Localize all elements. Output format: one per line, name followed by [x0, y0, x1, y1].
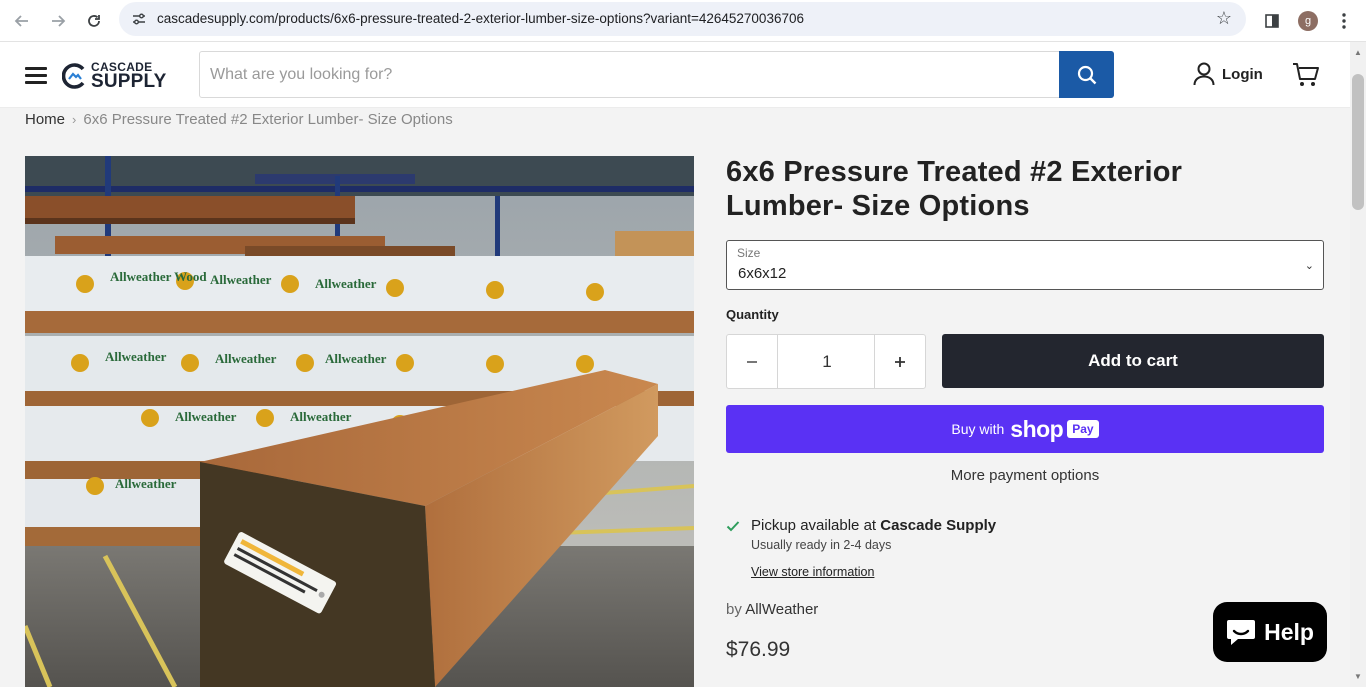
breadcrumb-separator: › [72, 112, 77, 127]
quantity-label: Quantity [726, 307, 779, 322]
size-label: Size [737, 246, 761, 260]
search-icon [1077, 65, 1096, 84]
pickup-prefix: Pickup available at [751, 517, 877, 534]
help-label: Help [1264, 618, 1314, 645]
login-link[interactable]: Login [1193, 62, 1263, 86]
forward-icon[interactable] [44, 7, 72, 35]
scrollbar-thumb[interactable] [1352, 74, 1364, 210]
chevron-down-icon: ⌄ [1304, 260, 1314, 272]
url-text[interactable]: cascadesupply.com/products/6x6-pressure-… [157, 11, 804, 26]
shop-logo: shop [1010, 415, 1064, 442]
svg-text:Allweather: Allweather [175, 409, 237, 424]
browser-toolbar: cascadesupply.com/products/6x6-pressure-… [0, 0, 1366, 42]
breadcrumb-home[interactable]: Home [25, 111, 65, 128]
pickup-store: Cascade Supply [880, 517, 997, 534]
size-select[interactable]: Size 6x6x12 ⌄ [726, 240, 1324, 290]
svg-text:Allweather: Allweather [290, 409, 352, 424]
search-input[interactable] [210, 52, 1050, 97]
plus-icon [895, 356, 905, 367]
svg-text:Allweather: Allweather [210, 272, 272, 287]
view-store-information-link[interactable]: View store information [751, 565, 874, 579]
login-label: Login [1222, 65, 1263, 83]
back-icon[interactable] [8, 7, 36, 35]
user-icon [1193, 62, 1215, 86]
menu-icon[interactable] [25, 67, 47, 84]
breadcrumb: Home › 6x6 Pressure Treated #2 Exterior Lu… [25, 111, 453, 128]
reload-icon[interactable] [80, 7, 108, 35]
product-page: Home › 6x6 Pressure Treated #2 Exterior Lu… [0, 108, 1350, 687]
wrap-brand-text: Allweather Wood [110, 269, 207, 284]
more-payment-options-link[interactable]: More payment options [726, 467, 1324, 484]
product-title: 6x6 Pressure Treated #2 Exterior Lumber-… [726, 156, 1183, 222]
side-panel-icon[interactable] [1258, 7, 1286, 35]
search-bar [199, 51, 1114, 98]
product-image[interactable]: Allweather Wood Allweather Allweather Al… [25, 156, 694, 687]
scroll-up-icon[interactable]: ▲ [1354, 48, 1362, 57]
quantity-stepper: 1 [726, 334, 926, 389]
buy-with-shop-pay-button[interactable]: Buy with shop Pay [726, 405, 1324, 453]
minus-icon [747, 360, 757, 363]
cart-icon[interactable] [1292, 62, 1320, 88]
svg-text:Allweather: Allweather [115, 476, 177, 491]
logo[interactable]: CASCADE SUPPLY [62, 61, 166, 91]
logo-line2: SUPPLY [91, 71, 167, 92]
product-vendor: by AllWeather [726, 601, 818, 618]
search-button[interactable] [1059, 51, 1114, 98]
size-value: 6x6x12 [738, 265, 787, 282]
browser-menu-icon[interactable] [1330, 7, 1358, 35]
help-chat-button[interactable]: Help [1213, 602, 1327, 662]
profile-avatar[interactable]: g [1294, 7, 1322, 35]
breadcrumb-current: 6x6 Pressure Treated #2 Exterior Lumber-… [83, 111, 453, 128]
svg-text:Allweather: Allweather [215, 351, 277, 366]
pickup-ready-time: Usually ready in 2-4 days [751, 538, 892, 552]
add-to-cart-button[interactable]: Add to cart [942, 334, 1324, 388]
quantity-increase-button[interactable] [874, 335, 925, 388]
profile-initial: g [1298, 11, 1318, 31]
chat-bubble-icon [1227, 620, 1256, 645]
svg-text:Allweather: Allweather [325, 351, 387, 366]
pay-badge: Pay [1067, 420, 1099, 438]
product-price: $76.99 [726, 638, 791, 661]
vendor-name[interactable]: AllWeather [745, 601, 818, 618]
logo-mark-icon [62, 63, 85, 89]
pickup-line: Pickup available at Cascade Supply [751, 517, 996, 534]
svg-text:Allweather: Allweather [315, 276, 377, 291]
quantity-decrease-button[interactable] [727, 335, 778, 388]
vendor-prefix: by [726, 601, 742, 618]
page-scrollbar[interactable]: ▲ ▼ [1350, 42, 1366, 687]
check-icon [726, 521, 740, 532]
bookmark-star-icon[interactable]: ☆ [1216, 8, 1232, 29]
address-bar[interactable]: cascadesupply.com/products/6x6-pressure-… [119, 2, 1246, 36]
buy-with-label: Buy with [951, 421, 1005, 437]
scroll-down-icon[interactable]: ▼ [1354, 672, 1362, 681]
svg-text:Allweather: Allweather [105, 349, 167, 364]
site-header: CASCADE SUPPLY Login [0, 42, 1350, 108]
quantity-input[interactable]: 1 [779, 335, 875, 388]
site-settings-icon[interactable] [131, 11, 147, 27]
